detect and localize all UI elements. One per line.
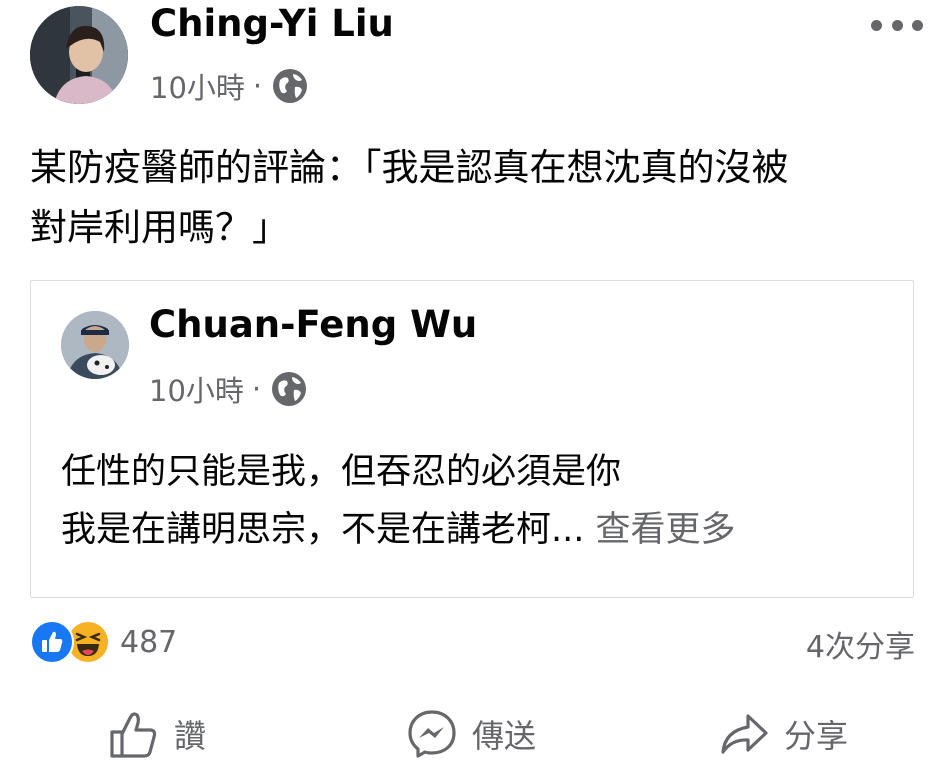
shared-text-line: 我是在講明思宗，不是在講老柯... 查看更多 <box>61 501 891 559</box>
send-label: 傳送 <box>472 717 537 755</box>
shared-avatar-photo <box>61 311 129 379</box>
post-text-line: 某防疫醫師的評論：「我是認真在想沈真的沒被 <box>30 146 789 189</box>
author-avatar[interactable] <box>30 6 128 104</box>
shared-text-line: 任性的只能是我，但吞忍的必須是你 <box>61 452 622 492</box>
shared-post-card[interactable]: Chuan-Feng Wu 10小時 · 任性的只能是我，但吞忍的必須是你 我是… <box>30 280 914 598</box>
shared-author-name[interactable]: Chuan-Feng Wu <box>149 303 477 346</box>
share-label: 分享 <box>784 717 849 755</box>
globe-icon <box>272 372 307 406</box>
see-more-link[interactable]: 查看更多 <box>596 510 736 550</box>
shared-text-truncated: 我是在講明思宗，不是在講老柯... <box>61 510 585 550</box>
shared-post-text: 任性的只能是我，但吞忍的必須是你 我是在講明思宗，不是在講老柯... 查看更多 <box>61 443 891 559</box>
like-button[interactable]: 讚 <box>108 708 206 760</box>
reactions-summary[interactable]: 487 <box>30 620 177 664</box>
shared-author-avatar[interactable] <box>61 311 129 379</box>
messenger-icon <box>408 710 456 758</box>
share-button[interactable]: 分享 <box>718 708 848 760</box>
author-name[interactable]: Ching-Yi Liu <box>150 2 394 45</box>
more-dot <box>871 19 882 31</box>
meta-separator: · <box>251 372 262 406</box>
post-actions: 讚 傳送 分享 <box>0 700 945 766</box>
thumbs-up-icon <box>110 712 157 758</box>
post-header: Ching-Yi Liu 10小時 · <box>0 0 945 120</box>
more-options-button[interactable] <box>871 10 923 40</box>
post-meta: 10小時 · <box>150 64 308 108</box>
globe-icon <box>273 69 308 103</box>
shares-count[interactable]: 4次分享 <box>806 622 915 666</box>
post-time[interactable]: 10小時 <box>150 65 245 107</box>
share-arrow-icon <box>721 714 768 754</box>
more-dot <box>891 19 903 31</box>
avatar-photo <box>30 6 128 104</box>
like-label: 讚 <box>174 717 207 755</box>
post-text-line: 對岸利用嗎？」 <box>30 206 289 249</box>
reaction-count: 487 <box>120 624 178 660</box>
post-text: 某防疫醫師的評論：「我是認真在想沈真的沒被 對岸利用嗎？」 <box>30 138 920 258</box>
shared-post-meta: 10小時 · <box>149 367 307 411</box>
shared-post-time[interactable]: 10小時 <box>149 368 244 410</box>
haha-glyph <box>75 632 101 656</box>
more-dot <box>912 19 923 31</box>
meta-separator: · <box>252 69 263 103</box>
send-button[interactable]: 傳送 <box>406 708 536 760</box>
like-glyph <box>42 631 63 652</box>
like-icon <box>30 620 74 664</box>
